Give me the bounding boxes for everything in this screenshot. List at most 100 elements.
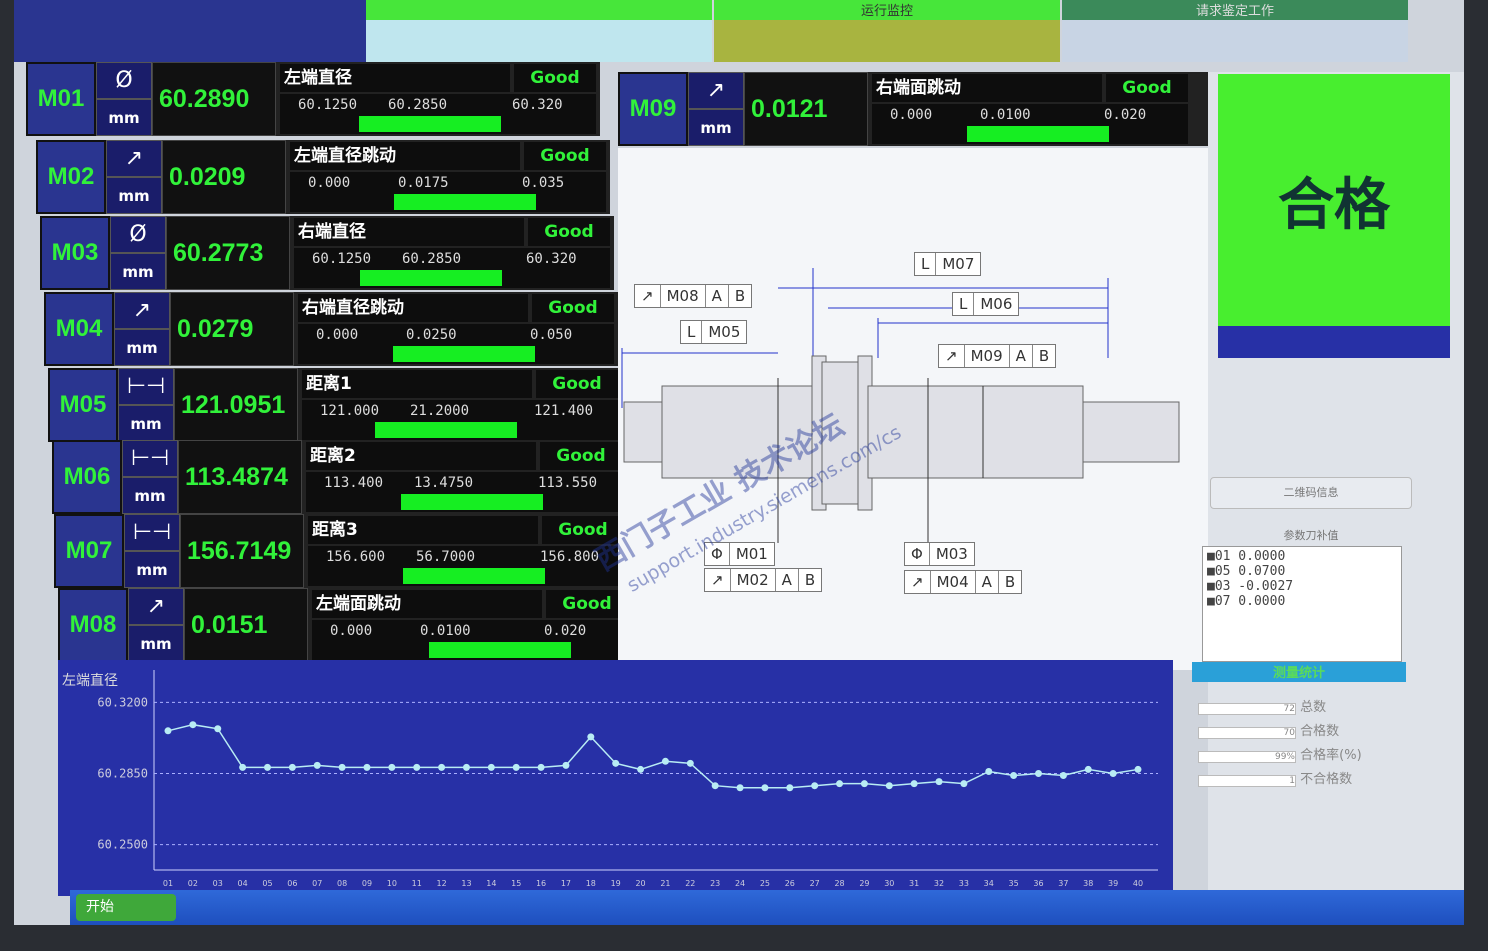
measurement-row-m06: M06 ⊢⊣ mm 113.4874 距离2 Good 113.400 13.4… bbox=[52, 440, 626, 514]
stat-label: 总数 bbox=[1300, 700, 1327, 715]
tolerance-indicator-bar bbox=[360, 270, 502, 286]
data-point bbox=[1010, 772, 1018, 780]
x-tick-label: 01 bbox=[163, 879, 173, 888]
part-drawing: L M07 L M06 ↗ M08 A B L M05 ↗ M09 A B Φ M01 ↗ M02 A B… bbox=[590, 148, 1208, 670]
result-indicator: 合格 bbox=[1218, 74, 1450, 326]
x-tick-label: 40 bbox=[1133, 879, 1143, 888]
tolerance-max: 0.020 bbox=[1104, 107, 1147, 123]
measurement-code: M08 bbox=[58, 588, 128, 662]
data-point bbox=[562, 761, 570, 769]
x-tick-label: 14 bbox=[486, 879, 496, 888]
x-tick-label: 13 bbox=[461, 879, 471, 888]
measurement-status: Good bbox=[514, 64, 596, 92]
x-tick-label: 38 bbox=[1083, 879, 1093, 888]
stat-value: 99% bbox=[1198, 751, 1296, 763]
tolerance-scale: 60.1250 60.2850 60.320 bbox=[280, 94, 596, 134]
measurement-code: M03 bbox=[40, 216, 110, 290]
measurement-code: M05 bbox=[48, 368, 118, 442]
measurement-name: 右端直径 bbox=[294, 218, 524, 246]
param-line: ■07 0.0000 bbox=[1207, 594, 1286, 609]
data-point bbox=[363, 763, 371, 771]
tolerance-min: 0.000 bbox=[330, 623, 373, 639]
x-tick-label: 25 bbox=[760, 879, 770, 888]
runout-icon: ↗ bbox=[705, 569, 731, 591]
top-tab-2[interactable] bbox=[366, 0, 712, 20]
chart-title: 左端直径 bbox=[62, 673, 118, 689]
runout-icon: ↗ bbox=[939, 345, 965, 367]
measurement-row-m03: M03 Ø mm 60.2773 右端直径 Good 60.1250 60.28… bbox=[40, 216, 614, 290]
measurement-row-m07: M07 ⊢⊣ mm 156.7149 距离3 Good 156.600 56.7… bbox=[54, 514, 628, 588]
tolerance-mid: 0.0100 bbox=[420, 623, 471, 639]
dim-code: M01 bbox=[735, 545, 768, 563]
dim-box-m07: L M07 bbox=[914, 252, 982, 276]
x-tick-label: 21 bbox=[660, 879, 670, 888]
x-tick-label: 32 bbox=[934, 879, 944, 888]
qr-info-button[interactable]: 二维码信息 bbox=[1210, 477, 1412, 509]
measurement-name: 左端直径跳动 bbox=[290, 142, 520, 170]
data-point bbox=[438, 763, 446, 771]
tolerance-indicator-bar bbox=[403, 568, 545, 584]
x-tick-label: 19 bbox=[611, 879, 621, 888]
measurement-code: M01 bbox=[26, 62, 96, 136]
x-tick-label: 29 bbox=[859, 879, 869, 888]
tolerance-mid: 60.2850 bbox=[388, 97, 448, 113]
taskbar: 开始 bbox=[70, 890, 1464, 925]
top-tab-run[interactable]: 运行监控 bbox=[714, 0, 1060, 20]
measurement-code: M09 bbox=[618, 72, 688, 146]
x-tick-label: 34 bbox=[984, 879, 994, 888]
dim-box-m03: Φ M03 bbox=[904, 542, 975, 566]
tolerance-indicator-bar bbox=[359, 116, 501, 132]
measurement-name: 左端直径 bbox=[280, 64, 510, 92]
x-tick-label: 05 bbox=[262, 879, 272, 888]
data-point bbox=[711, 782, 719, 790]
param-line: ■01 0.0000 bbox=[1207, 549, 1286, 564]
tolerance-scale: 0.000 0.0100 0.020 bbox=[312, 620, 628, 660]
tolerance-max: 0.050 bbox=[530, 327, 573, 343]
measurement-value: 0.0121 bbox=[744, 72, 868, 146]
measurement-row-m09: M09 ↗ mm 0.0121 右端面跳动 Good 0.000 0.0100 … bbox=[618, 72, 1212, 146]
dim-box-m05: L M05 bbox=[680, 320, 748, 344]
dim-code: M06 bbox=[980, 295, 1013, 313]
tolerance-max: 156.800 bbox=[540, 549, 600, 565]
x-tick-label: 11 bbox=[412, 879, 422, 888]
top-panel-4 bbox=[1062, 20, 1408, 62]
data-point bbox=[164, 727, 172, 735]
top-tab-1[interactable] bbox=[14, 0, 366, 20]
tolerance-scale: 113.400 13.4750 113.550 bbox=[306, 472, 622, 512]
measurement-name: 右端直径跳动 bbox=[298, 294, 528, 322]
measurement-value: 0.0209 bbox=[162, 140, 286, 214]
stat-label: 合格数 bbox=[1300, 724, 1340, 739]
x-tick-label: 26 bbox=[785, 879, 795, 888]
data-point bbox=[512, 763, 520, 771]
datum-b: B bbox=[1038, 347, 1050, 365]
x-tick-label: 27 bbox=[810, 879, 820, 888]
measurement-value: 156.7149 bbox=[180, 514, 304, 588]
measurement-unit: mm bbox=[128, 625, 184, 662]
measurement-status: Good bbox=[546, 590, 628, 618]
data-point bbox=[811, 782, 819, 790]
datum-b: B bbox=[734, 287, 746, 305]
stat-row: 99% 合格率(%) bbox=[1198, 744, 1398, 764]
stat-row: 70 合格数 bbox=[1198, 720, 1398, 740]
diameter-icon: Ø bbox=[96, 62, 152, 99]
data-point bbox=[189, 721, 197, 729]
dim-code: M03 bbox=[935, 545, 968, 563]
tolerance-indicator-bar bbox=[967, 126, 1109, 142]
data-point bbox=[637, 765, 645, 773]
data-point bbox=[935, 778, 943, 786]
dim-code: M09 bbox=[965, 345, 1010, 367]
top-panel-1 bbox=[14, 20, 366, 62]
start-button[interactable]: 开始 bbox=[76, 894, 176, 921]
data-point bbox=[661, 757, 669, 765]
tolerance-scale: 0.000 0.0250 0.050 bbox=[298, 324, 614, 364]
right-panel: 合格 二维码信息 参数刀补值 ■01 0.0000 ■05 0.0700 ■03… bbox=[1192, 72, 1464, 912]
data-point bbox=[761, 784, 769, 792]
tolerance-mid: 56.7000 bbox=[416, 549, 476, 565]
x-tick-label: 37 bbox=[1058, 879, 1068, 888]
measurement-unit: mm bbox=[118, 405, 174, 442]
tolerance-indicator-bar bbox=[394, 194, 536, 210]
params-list[interactable]: ■01 0.0000 ■05 0.0700 ■03 -0.0027 ■07 0.… bbox=[1202, 546, 1402, 662]
tolerance-scale: 0.000 0.0100 0.020 bbox=[872, 104, 1188, 144]
top-tab-request[interactable]: 请求鉴定工作 bbox=[1062, 0, 1408, 20]
data-point bbox=[587, 733, 595, 741]
